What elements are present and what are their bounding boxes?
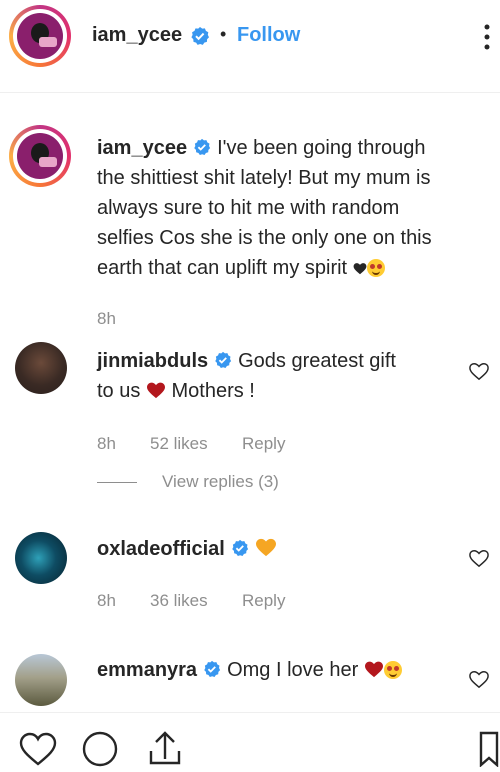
comment-text: emmanyra Omg I love her [97,655,457,687]
comment-text: oxladeofficial [97,534,457,566]
verified-badge-icon [214,348,232,369]
share-icon[interactable] [145,729,185,765]
commenter-username[interactable]: emmanyra [97,659,197,681]
author-username[interactable]: iam_ycee [92,24,182,47]
red-heart-icon [146,378,166,408]
heart-eyes-emoji-icon [366,259,385,277]
black-heart-icon [353,255,367,285]
caption-text: iam_ycee I've been going through the shit… [97,133,497,285]
caption-line: the shittiest shit lately! But my mum is [97,167,431,189]
view-replies-line [97,482,137,483]
like-comment-heart-icon[interactable] [468,548,490,568]
follow-button[interactable]: Follow [237,24,300,47]
heart-eyes-emoji-icon [383,661,402,679]
caption-line: selfies Cos she is the only one on this [97,227,432,249]
comment-time[interactable]: 8h [97,434,116,454]
ellipsis-icon[interactable] [482,22,492,52]
verified-badge-icon [190,26,210,51]
author-avatar[interactable] [9,5,71,67]
header-separator: • [220,24,227,44]
comment-bubble-icon[interactable] [80,731,120,767]
reply-button[interactable]: Reply [242,434,285,454]
view-replies-button[interactable]: View replies (3) [162,472,279,492]
verified-badge-icon [193,135,211,156]
caption-time[interactable]: 8h [97,309,116,329]
like-post-heart-icon[interactable] [18,731,58,766]
verified-badge-icon [203,657,221,678]
caption-avatar[interactable] [9,125,71,187]
header-divider [0,92,500,93]
commenter-username[interactable]: jinmiabduls [97,350,208,372]
orange-heart-icon [255,536,277,566]
like-comment-heart-icon[interactable] [468,361,490,381]
commenter-avatar[interactable] [15,532,67,584]
comment-likes[interactable]: 52 likes [150,434,208,454]
caption-line: always sure to hit me with random [97,197,400,219]
commenter-username[interactable]: oxladeofficial [97,538,225,560]
caption-line: I've been going through [217,137,426,159]
comment-likes[interactable]: 36 likes [150,591,208,611]
bookmark-icon[interactable] [478,731,500,768]
action-bar [0,713,500,768]
like-comment-heart-icon[interactable] [468,669,490,689]
comment-time[interactable]: 8h [97,591,116,611]
commenter-avatar[interactable] [15,654,67,706]
red-heart-icon [364,657,384,687]
caption-line: earth that can uplift my spirit [97,257,348,279]
reply-button[interactable]: Reply [242,591,285,611]
caption-username[interactable]: iam_ycee [97,137,187,159]
post-header: iam_ycee • Follow [0,0,500,90]
commenter-avatar[interactable] [15,342,67,394]
verified-badge-icon [231,536,249,557]
comment-text: jinmiabduls Gods greatest gift to us Moth… [97,346,457,408]
